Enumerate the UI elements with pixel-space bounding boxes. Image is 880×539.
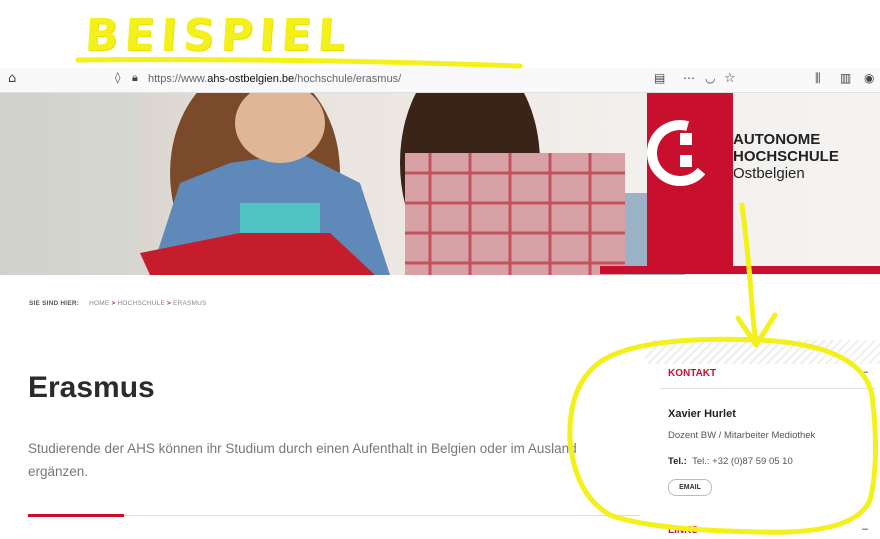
shield-icon[interactable]: ◊ xyxy=(115,71,120,84)
logo-mark[interactable] xyxy=(647,93,733,268)
url-domain: ahs-ostbelgien.be xyxy=(207,73,295,85)
browser-toolbar: ⌂ ◊ 🔒︎ https://www.ahs-ostbelgien.be/hoc… xyxy=(0,68,880,93)
links-heading[interactable]: LINKS xyxy=(668,525,698,536)
breadcrumb-label: SIE SIND HIER: xyxy=(29,300,80,307)
address-bar[interactable]: https://www.ahs-ostbelgien.be/hochschule… xyxy=(148,73,401,85)
logo-line-2: HOCHSCHULE xyxy=(733,148,839,165)
home-icon[interactable]: ⌂ xyxy=(8,71,16,86)
page-lead: Studierende der AHS können ihr Studium d… xyxy=(28,441,577,479)
breadcrumb: SIE SIND HIER: HOME > HOCHSCHULE > ERASM… xyxy=(29,300,207,307)
logo-symbol xyxy=(647,120,713,186)
breadcrumb-home[interactable]: HOME xyxy=(89,300,109,307)
kontakt-heading[interactable]: KONTAKT xyxy=(668,368,716,379)
annotation-label: BEISPIEL xyxy=(83,10,354,61)
links-collapse-toggle[interactable]: – xyxy=(862,523,868,535)
url-prefix: https://www. xyxy=(148,73,208,85)
contact-name: Xavier Hurlet xyxy=(668,408,736,420)
more-icon[interactable]: ⋯ xyxy=(683,71,695,85)
breadcrumb-erasmus[interactable]: ERASMUS xyxy=(173,300,207,307)
url-path: /hochschule/erasmus/ xyxy=(294,73,402,85)
breadcrumb-separator: > xyxy=(167,300,172,307)
sidebar-divider xyxy=(660,388,875,389)
content-divider xyxy=(124,515,640,516)
logo-line-1: AUTONOME xyxy=(733,131,821,148)
title-underline xyxy=(28,514,124,517)
kontakt-collapse-toggle[interactable]: – xyxy=(862,366,868,378)
sidebar-pattern xyxy=(645,340,880,364)
accent-bar xyxy=(600,266,880,274)
star-icon[interactable]: ☆ xyxy=(724,71,736,86)
account-icon[interactable]: ◉ xyxy=(864,71,874,85)
hero-banner: AUTONOME HOCHSCHULE Ostbelgien xyxy=(0,93,880,275)
pocket-icon[interactable]: ◡ xyxy=(705,71,715,85)
contact-role: Dozent BW / Mitarbeiter Mediothek xyxy=(668,430,816,441)
library-icon[interactable]: ⫼ xyxy=(815,71,821,86)
email-button[interactable]: EMAIL xyxy=(668,479,712,496)
page-title: Erasmus xyxy=(28,371,155,404)
contact-phone: Tel.: Tel.: +32 (0)87 59 05 10 xyxy=(668,456,793,467)
breadcrumb-hochschule[interactable]: HOCHSCHULE xyxy=(118,300,166,307)
lock-icon[interactable]: 🔒︎ xyxy=(132,71,138,85)
logo-line-3: Ostbelgien xyxy=(733,165,805,182)
hero-photo xyxy=(0,93,880,275)
sidebar-icon[interactable]: ▥ xyxy=(840,71,851,85)
phone-label: Tel.: xyxy=(668,456,687,467)
breadcrumb-separator: > xyxy=(111,300,116,307)
logo-text[interactable]: AUTONOME HOCHSCHULE Ostbelgien xyxy=(733,131,839,182)
reader-icon[interactable]: ▤ xyxy=(654,71,665,85)
phone-value[interactable]: Tel.: +32 (0)87 59 05 10 xyxy=(692,456,793,467)
